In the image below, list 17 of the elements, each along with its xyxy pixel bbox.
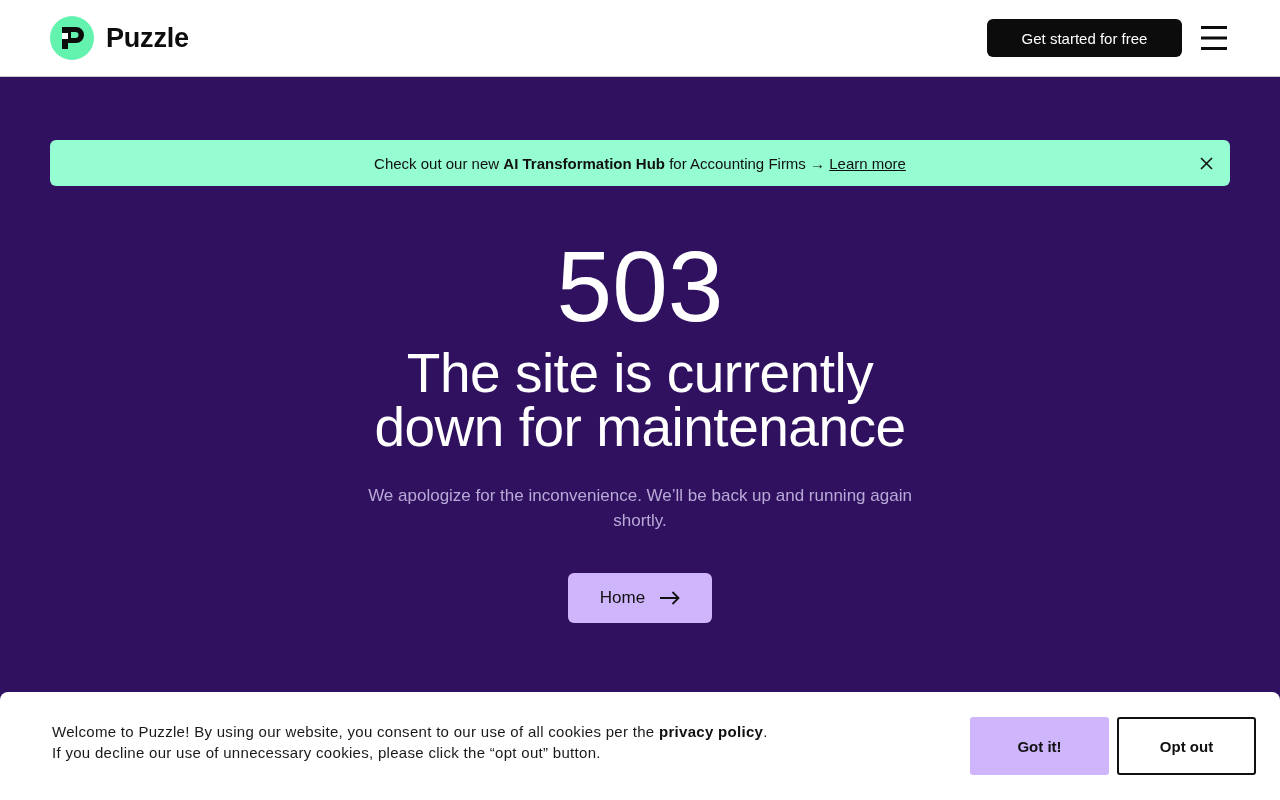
got-it-button[interactable]: Got it! (970, 717, 1109, 775)
brand-name[interactable]: Puzzle (106, 22, 189, 54)
close-icon[interactable] (1200, 156, 1213, 170)
error-title: The site is currently down for maintenance (374, 346, 906, 454)
error-message: We apologize for the inconvenience. We’ll be back up and running again shortly. (367, 485, 913, 532)
cookie-opt-out-text: If you decline our use of unnecessary cookies, please click the “opt out” button. (52, 743, 602, 763)
cookie-consent-text: Welcome to Puzzle! By using our website, you consent to our use of all cookies per the privacy policy. (52, 722, 768, 742)
menu-icon[interactable] (1201, 26, 1227, 50)
arrow-right-icon (660, 591, 681, 605)
privacy-policy-link[interactable]: privacy policy (658, 723, 764, 740)
error-code: 503 (556, 236, 724, 336)
opt-out-button[interactable]: Opt out (1117, 717, 1256, 775)
get-started-button[interactable]: Get started for free (987, 19, 1182, 57)
home-button[interactable]: Home (568, 573, 712, 623)
learn-more-link[interactable]: Learn more (829, 154, 906, 172)
logo-icon[interactable] (50, 16, 94, 60)
announcement-text: Check out our new AI Transformation Hub for Accounting Firms → Learn more (374, 154, 906, 172)
